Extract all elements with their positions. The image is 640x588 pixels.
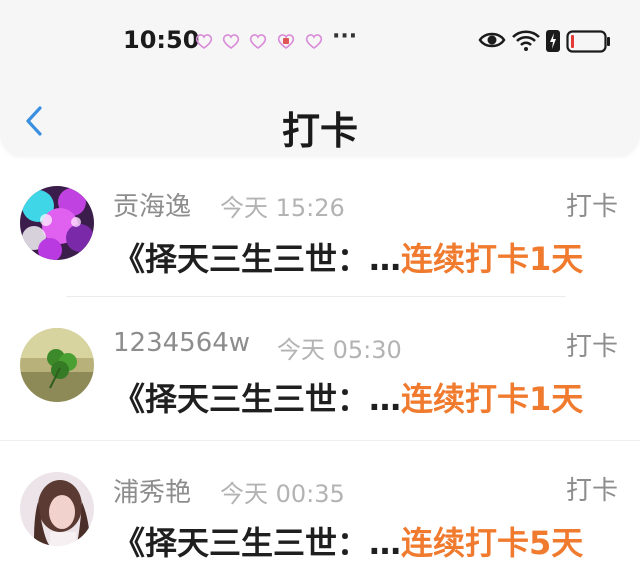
page-title: 打卡 (281, 109, 358, 153)
checkin-tag: 打卡 (565, 332, 618, 362)
checkin-content[interactable]: 《择天三生三世：…连续打卡1天 (113, 374, 583, 420)
divider (0, 440, 640, 441)
avatar[interactable] (20, 186, 94, 260)
status-bar: 10:50 ··· (0, 0, 640, 84)
list-item[interactable]: 浦秀艳 今天 00:35 打卡 《择天三生三世：…连续打卡5天 (0, 442, 640, 582)
more-notifications-icon: ··· (332, 24, 358, 49)
streak-text: 连续打卡5天 (401, 524, 584, 562)
book-title: 《择天三生三世：… (113, 380, 402, 418)
battery-saver-icon (546, 30, 560, 52)
battery-low-icon (566, 30, 610, 53)
heart-notification-icon (222, 34, 240, 49)
divider (66, 296, 566, 297)
wifi-icon (512, 30, 540, 51)
post-time: 今天 05:30 (277, 336, 402, 364)
user-name[interactable]: 1234564w (113, 328, 250, 358)
list-item[interactable]: 贡海逸 今天 15:26 打卡 《择天三生三世：…连续打卡1天 (0, 158, 640, 298)
streak-text: 连续打卡1天 (401, 240, 584, 278)
nav-header: 打卡 (0, 84, 640, 156)
status-time: 10:50 (123, 26, 200, 54)
checkin-tag: 打卡 (565, 192, 618, 222)
post-time: 今天 15:26 (220, 194, 345, 222)
heart-notification-icon (249, 34, 267, 49)
user-name[interactable]: 浦秀艳 (113, 472, 191, 509)
checkin-content[interactable]: 《择天三生三世：…连续打卡1天 (113, 234, 583, 280)
eye-icon (478, 32, 506, 48)
checkin-content[interactable]: 《择天三生三世：…连续打卡5天 (113, 518, 583, 564)
app-notification-icon (277, 34, 295, 49)
heart-notification-icon (305, 34, 323, 49)
book-title: 《择天三生三世：… (113, 524, 402, 562)
avatar[interactable] (20, 328, 94, 402)
post-time: 今天 00:35 (220, 480, 345, 508)
avatar[interactable] (20, 472, 94, 546)
user-name[interactable]: 贡海逸 (113, 186, 191, 223)
book-title: 《择天三生三世：… (113, 240, 402, 278)
checkin-tag: 打卡 (565, 476, 618, 506)
heart-notification-icon (195, 34, 213, 49)
list-item[interactable]: 1234564w 今天 05:30 打卡 《择天三生三世：…连续打卡1天 (0, 298, 640, 438)
streak-text: 连续打卡1天 (401, 380, 584, 418)
